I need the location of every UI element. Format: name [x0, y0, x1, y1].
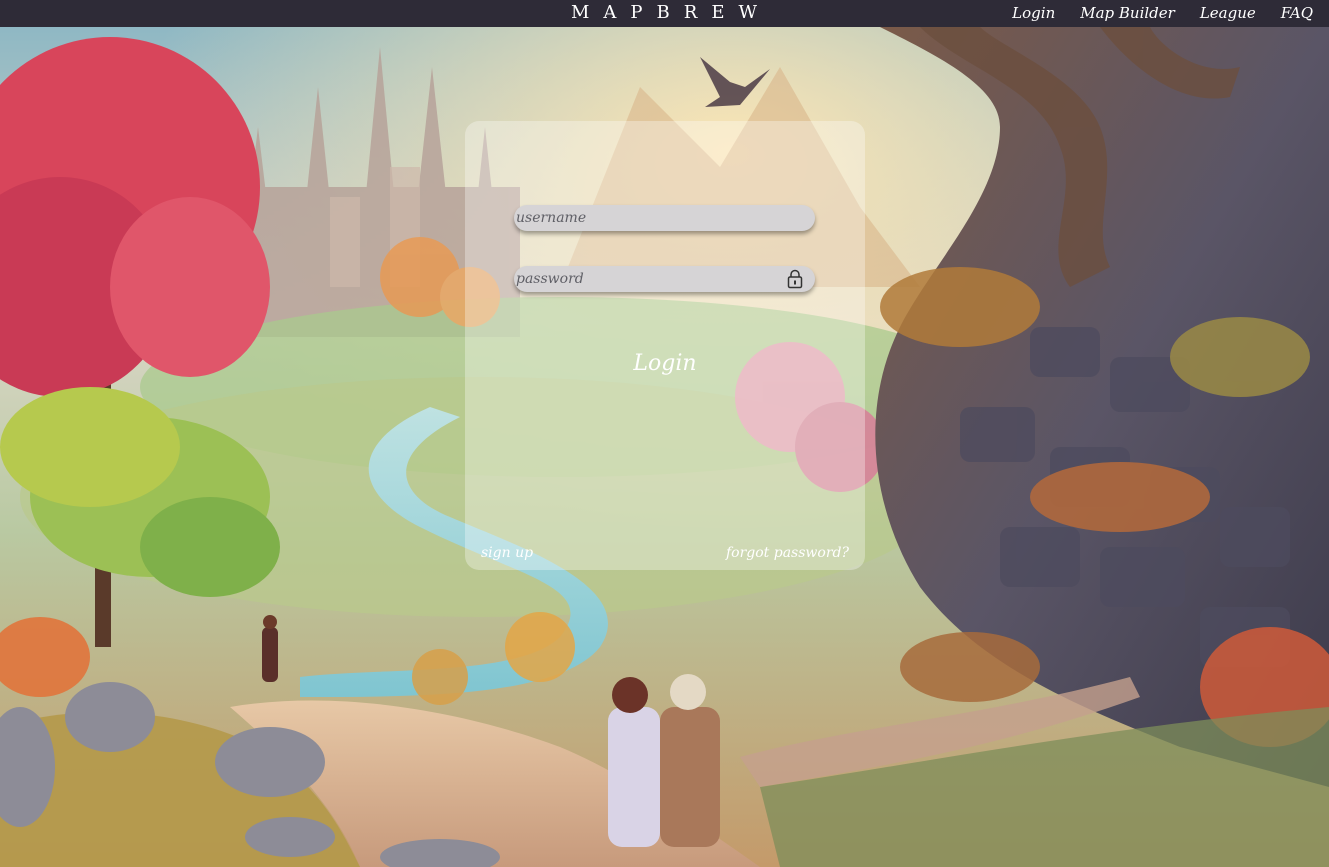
forgot-password-link[interactable]: forgot password?	[726, 545, 849, 561]
app-frame: MAPBREW Login Map Builder League FAQ use…	[0, 0, 1329, 867]
nav-map-builder[interactable]: Map Builder	[1080, 0, 1175, 26]
brand-logo[interactable]: MAPBREW	[571, 1, 771, 25]
username-input[interactable]	[516, 205, 776, 231]
password-field[interactable]	[514, 266, 815, 292]
sign-up-link[interactable]: sign up	[481, 545, 533, 561]
login-button[interactable]: Login	[615, 347, 715, 381]
lock-icon	[787, 269, 803, 289]
nav-faq[interactable]: FAQ	[1281, 0, 1313, 26]
nav-league[interactable]: League	[1200, 0, 1256, 26]
main-nav: Login Map Builder League FAQ	[987, 0, 1313, 26]
nav-login[interactable]: Login	[1012, 0, 1055, 26]
top-nav-bar: MAPBREW Login Map Builder League FAQ	[0, 0, 1329, 27]
login-card: Login sign up forgot password?	[465, 121, 865, 570]
password-input[interactable]	[516, 266, 776, 292]
username-field[interactable]	[514, 205, 815, 231]
